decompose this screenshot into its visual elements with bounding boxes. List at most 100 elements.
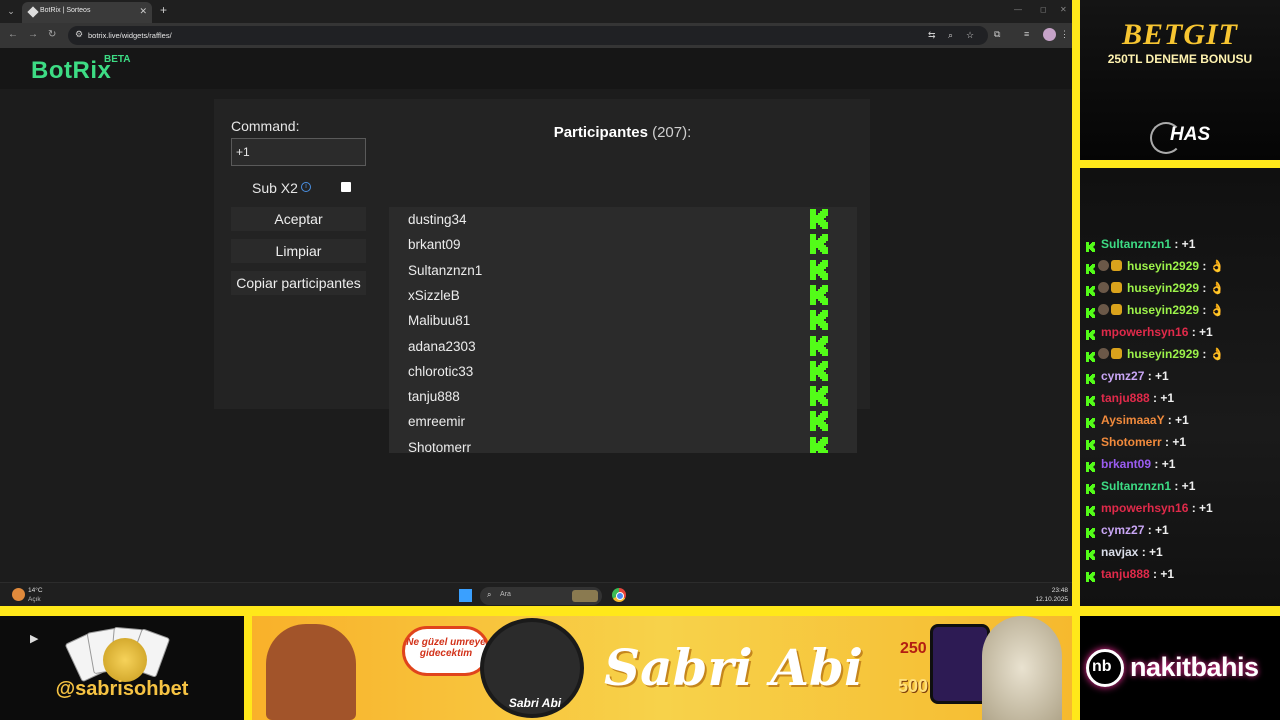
kick-icon [1086,393,1095,406]
chat-text: : +1 [1171,479,1196,493]
menu-icon[interactable]: ⋮ [1060,29,1069,40]
chat-text: : +1 [1149,391,1175,405]
kick-icon [810,310,828,331]
chat-message: Sultanznzn1 : +1 [1086,234,1280,256]
chat-username: mpowerhsyn16 : +1 [1101,501,1213,515]
participants-count: (207): [652,124,692,141]
chat-text: : +1 [1144,523,1169,537]
nb-monogram: nb [1092,658,1112,675]
tab-botrix[interactable]: BotRix | Sorteos ✕ [22,2,152,23]
address-bar[interactable]: ⚙ botrix.live/widgets/raffles/ ⇆ ⌕ ☆ [68,26,988,45]
chrome-icon[interactable] [612,588,626,602]
chat-username: Sultanznzn1 : +1 [1101,237,1196,251]
user-badge-icon [1098,282,1109,293]
participants-title: Participantes (207): [389,124,856,141]
participant-name: Shotomerr [408,439,472,453]
weather-icon[interactable] [12,588,25,601]
chat-username: AysimaaaY : +1 [1101,413,1189,427]
back-icon[interactable]: ← [8,29,18,41]
search-highlight-image [572,590,598,602]
nakitbahis-sponsor: nb nakitbahis [1080,616,1280,720]
chat-username: mpowerhsyn16 : +1 [1101,325,1213,339]
chat-message: huseyin2929 : 👌 [1086,344,1280,366]
participant-row: Malibuu81 [389,308,849,333]
participant-row: tanju888 [389,384,849,409]
stream-chat: Sultanznzn1 : +1 huseyin2929 : 👌 huseyin29… [1080,168,1280,606]
accept-button[interactable]: Aceptar [231,207,366,231]
betgit-tagline: 250TL DENEME BONUSU [1107,52,1253,66]
raffle-card: Command: +1 Sub X2 i Aceptar Limpiar Cop… [214,99,870,453]
tab-search-icon[interactable]: ⌄ [4,4,18,18]
chat-message: huseyin2929 : 👌 [1086,278,1280,300]
zoom-icon[interactable]: ⌕ [948,30,953,41]
participant-name: xSizzleB [408,287,460,303]
frame-border-horizontal [0,606,1280,616]
url-text: botrix.live/widgets/raffles/ [88,31,172,40]
clock-time[interactable]: 23:48 [1052,587,1068,594]
participant-row: brkant09 [389,232,849,257]
chat-username: tanju888 : +1 [1101,567,1175,581]
frame-border-bottom-split [244,616,252,720]
clock-date[interactable]: 12.10.2025 [1035,596,1068,603]
windows-start-icon[interactable] [459,589,472,602]
participant-name: dusting34 [408,212,467,227]
participants-list[interactable]: dusting34 brkant09 Sultanznzn1 xSizzleB Mali… [389,207,857,453]
banner-title: Sabri Abi [604,638,863,697]
chat-message: cymz27 : +1 [1086,366,1280,388]
media-icon[interactable]: ≡ [1024,29,1029,39]
botrix-logo[interactable]: BotRix [31,57,111,85]
frame-border-right-mid [1072,160,1280,168]
participant-row: chlorotic33 [389,359,849,384]
new-tab-button[interactable]: + [160,4,167,16]
chat-message: brkant09 : +1 [1086,454,1280,476]
info-icon[interactable]: i [301,182,311,192]
command-input[interactable]: +1 [231,138,366,166]
tab-title: BotRix | Sorteos [40,7,91,14]
maximize-icon[interactable]: ◻ [1040,5,1047,14]
chat-text: : 👌 [1199,281,1225,295]
participant-row: dusting34 [389,207,849,232]
kick-icon [1086,327,1095,340]
sub-x2-checkbox[interactable] [341,182,351,192]
portrait-caption: Sabri Abi [508,696,562,710]
kick-icon [810,209,828,229]
chat-text: : 👌 [1199,259,1225,273]
kick-icon [1086,503,1095,516]
chat-username: cymz27 : +1 [1101,523,1169,537]
user-badge-icon [1098,304,1109,315]
speech-bubble: Ne güzel umreye gidecektim [402,626,490,676]
site-info-icon[interactable]: ⚙ [75,29,83,40]
close-window-icon[interactable]: ✕ [1060,5,1067,14]
reload-icon[interactable]: ↻ [48,29,56,41]
chat-username: Sultanznzn1 : +1 [1101,479,1196,493]
bookmark-star-icon[interactable]: ☆ [966,30,974,41]
clear-button[interactable]: Limpiar [231,239,366,263]
kick-icon [1086,569,1095,582]
beta-badge: BETA [104,54,131,65]
chat-message: Sultanznzn1 : +1 [1086,476,1280,498]
extensions-icon[interactable]: ⧉ [994,29,1000,40]
kick-icon [1086,547,1095,560]
translate-icon[interactable]: ⇆ [928,30,936,41]
forward-icon[interactable]: → [28,29,38,41]
command-label: Command: [231,118,300,134]
chat-text: : +1 [1164,413,1189,427]
nakitbahis-logo: nakitbahis [1130,652,1259,682]
kick-icon [1086,525,1095,538]
chat-username: brkant09 : +1 [1101,457,1176,471]
chat-text: : +1 [1171,237,1196,251]
botrix-page: BotRix BETA Command: +1 Sub X2 i Aceptar… [0,48,1072,582]
profile-avatar[interactable] [1043,28,1056,41]
play-icon: ▶ [30,633,39,645]
minimize-icon[interactable]: — [1014,5,1022,14]
tab-strip: ⌄ BotRix | Sorteos ✕ + — ◻ ✕ [0,0,1072,23]
taskbar-search[interactable]: ⌕ Ara [480,587,602,605]
chat-message: mpowerhsyn16 : +1 [1086,322,1280,344]
weather-desc: Açık [28,596,41,603]
chat-message: mpowerhsyn16 : +1 [1086,498,1280,520]
close-tab-icon[interactable]: ✕ [139,6,147,17]
kick-icon [810,411,828,432]
kick-icon [1086,437,1095,450]
chat-message: tanju888 : +1 [1086,564,1280,586]
copy-participants-button[interactable]: Copiar participantes [231,271,366,295]
